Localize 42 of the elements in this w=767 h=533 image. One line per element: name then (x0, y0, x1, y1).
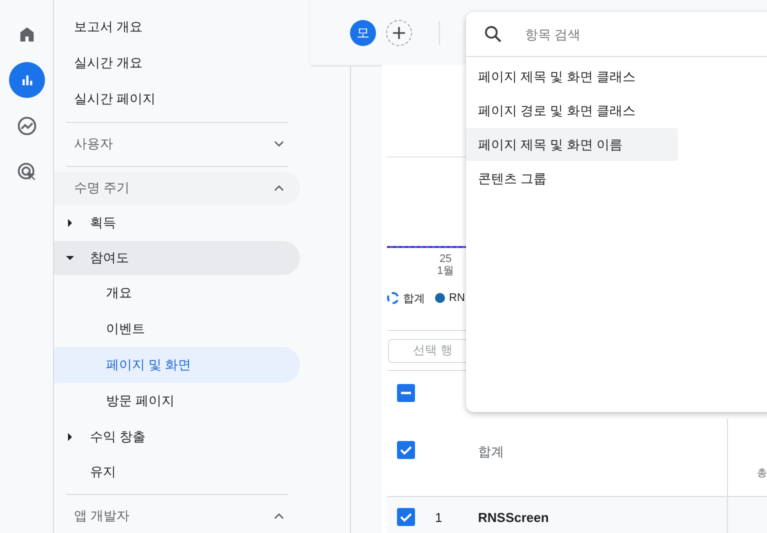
nav-section[interactable]: 수명 주기 (54, 172, 300, 205)
table-cell: 합계 (478, 443, 504, 461)
search-icon (483, 24, 503, 44)
nav-section[interactable]: 사용자 (54, 128, 300, 161)
table-cell: RNSScreen (478, 510, 549, 524)
nav-link[interactable]: 실시간 개요 (54, 45, 300, 81)
nav-group[interactable]: 획득 (54, 206, 300, 240)
group-label: 유지 (90, 463, 116, 481)
menu-item[interactable]: 페이지 경로 및 화면 클래스 (466, 94, 678, 127)
row-index: 1 (435, 510, 442, 524)
minus-icon (401, 391, 411, 395)
nav-item[interactable]: 페이지 및 화면 (54, 347, 300, 383)
section-label: 사용자 (74, 135, 113, 154)
group-label: 획득 (90, 214, 116, 232)
nav-item[interactable]: 이벤트 (54, 311, 300, 347)
menu-item[interactable]: 콘텐츠 그룹 (466, 162, 678, 195)
nav-section[interactable]: 앱 개발자 (54, 500, 300, 533)
menu-item[interactable]: 페이지 제목 및 화면 클래스 (466, 60, 678, 93)
legend-label: 합계 (403, 292, 425, 306)
group-label: 참여도 (90, 249, 129, 267)
search-field[interactable]: 항목 검색 (525, 26, 725, 42)
nav-group[interactable]: 유지 (54, 455, 300, 489)
table-cell-text: 총 (757, 467, 767, 480)
nav-item[interactable]: 개요 (54, 275, 300, 311)
group-label: 수익 창출 (90, 428, 146, 446)
checkbox[interactable] (397, 441, 415, 459)
section-label: 수명 주기 (74, 179, 130, 198)
checkbox[interactable] (397, 384, 415, 402)
legend-label: RN (449, 292, 465, 304)
checkbox[interactable] (397, 508, 415, 526)
section-label: 앱 개발자 (74, 507, 130, 526)
nav-link[interactable]: 실시간 페이지 (54, 81, 300, 117)
nav-link[interactable]: 보고서 개요 (54, 9, 300, 45)
nav-item[interactable]: 방문 페이지 (54, 383, 300, 419)
nav-group[interactable]: 참여도 (54, 241, 300, 275)
menu-item[interactable]: 페이지 제목 및 화면 이름 (466, 128, 678, 161)
bar-chart-icon[interactable] (8, 62, 44, 98)
axis-label: 1월 (437, 265, 454, 277)
nav-group[interactable]: 수익 창출 (54, 420, 300, 454)
add-icon[interactable] (386, 20, 412, 46)
avatar[interactable]: 모 (350, 20, 376, 46)
axis-label: 25 (439, 253, 452, 265)
